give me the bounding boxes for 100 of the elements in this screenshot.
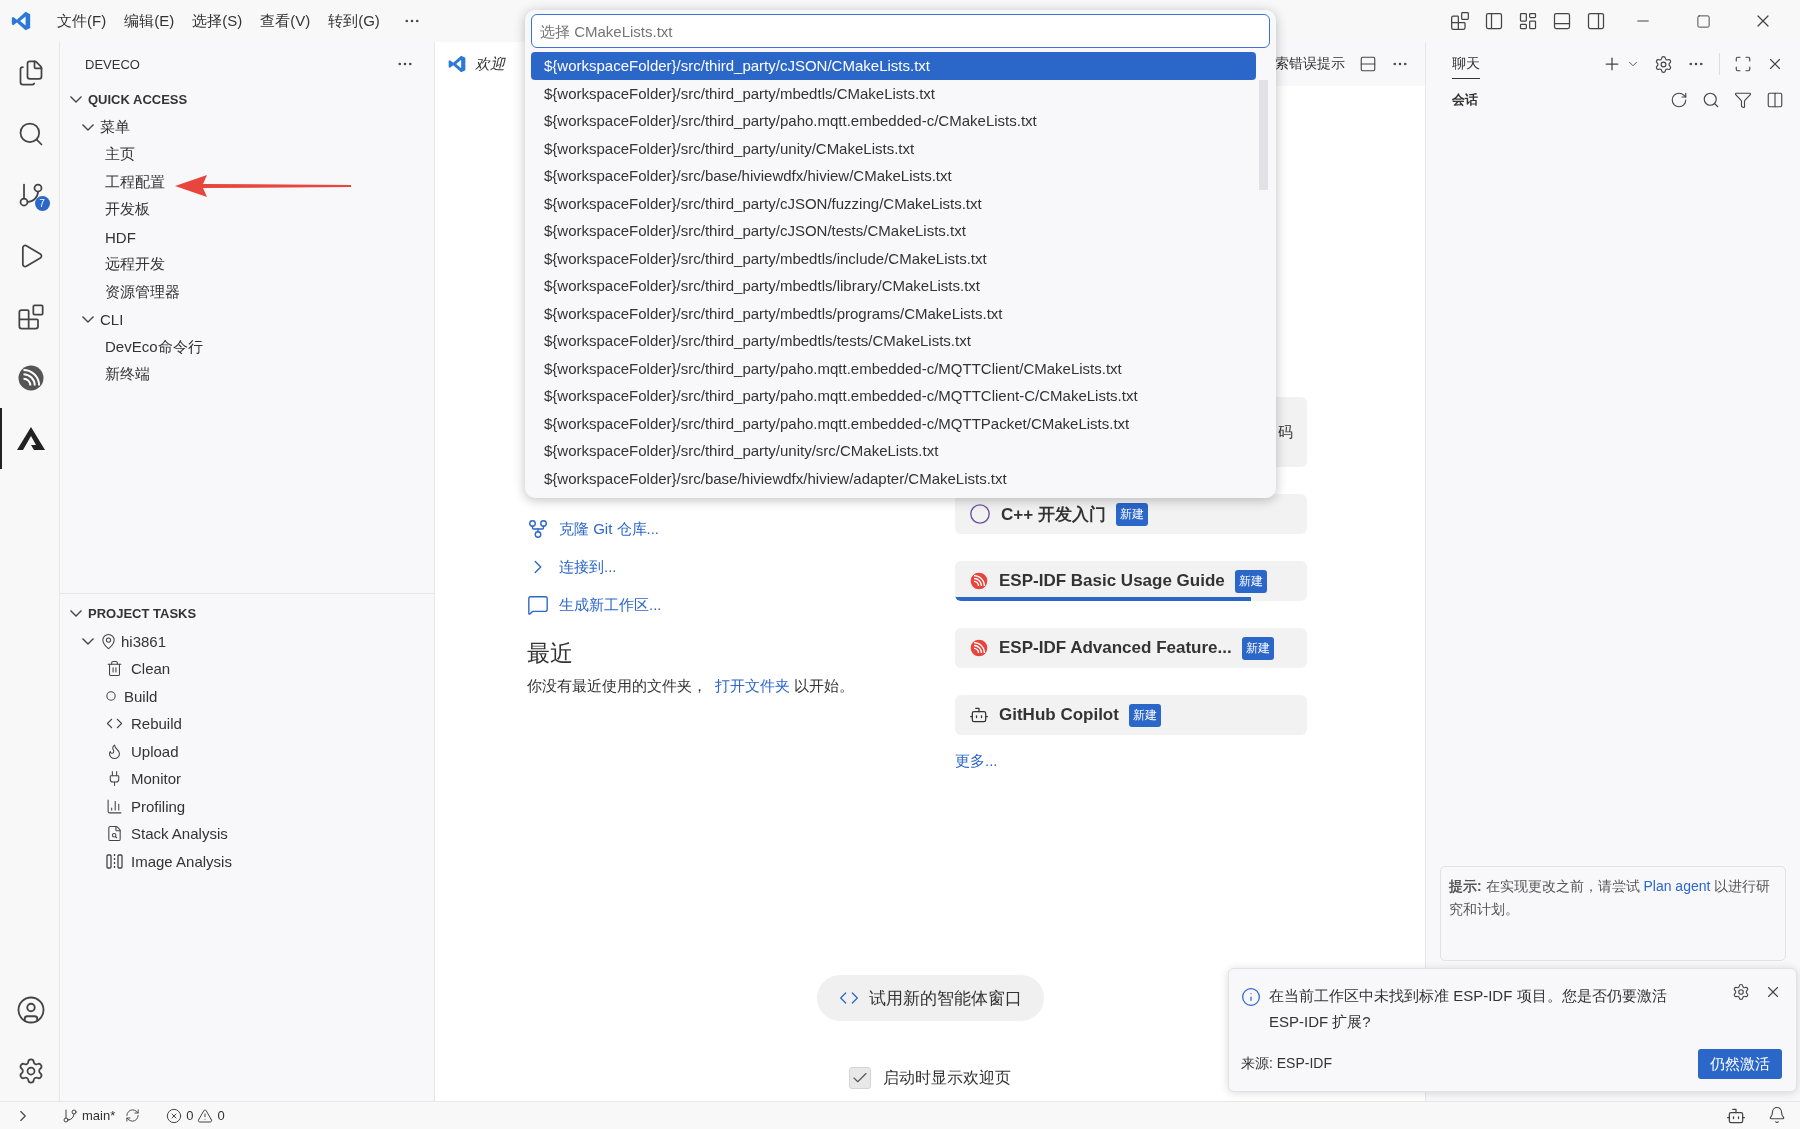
tree-item[interactable]: Clean bbox=[60, 655, 434, 683]
panel-right-icon[interactable] bbox=[1586, 11, 1606, 31]
tree-item[interactable]: 远程开发 bbox=[60, 251, 434, 279]
extensions-icon[interactable] bbox=[16, 302, 45, 331]
tree-item[interactable]: DevEco命令行 bbox=[60, 333, 434, 361]
quick-pick-item[interactable]: ${workspaceFolder}/src/third_party/paho.mqtt.embedded-c/MQTTClient-C/CMakeLists.txt bbox=[531, 382, 1256, 410]
section-header[interactable]: QUICK ACCESS bbox=[60, 86, 434, 114]
tree-item[interactable]: 菜单 bbox=[60, 113, 434, 141]
error-count: 0 bbox=[186, 1108, 194, 1123]
search-icon[interactable] bbox=[1702, 91, 1720, 109]
fork-icon bbox=[527, 518, 549, 540]
sync-icon[interactable] bbox=[125, 1108, 141, 1123]
filter-icon[interactable] bbox=[1734, 91, 1752, 109]
account-icon[interactable] bbox=[15, 994, 46, 1025]
recent-text: 你没有最近使用的文件夹， 打开文件夹 以开始。 bbox=[527, 677, 856, 696]
vscode-logo-icon bbox=[10, 10, 32, 32]
walkthrough-card[interactable]: C++ 开发入门 新建 bbox=[955, 494, 1307, 534]
menu-item[interactable]: 编辑(E) bbox=[115, 7, 184, 35]
quick-pick-item[interactable]: ${workspaceFolder}/src/third_party/paho.mqtt.embedded-c/MQTTClient/CMakeLists.txt bbox=[531, 354, 1256, 382]
file-search-icon bbox=[106, 825, 123, 843]
tree-item[interactable]: HDF bbox=[60, 223, 434, 251]
quick-pick-item[interactable]: ${workspaceFolder}/src/third_party/paho.mqtt.embedded-c/MQTTPacket/CMakeLists.txt bbox=[531, 409, 1256, 437]
settings-icon[interactable] bbox=[1732, 982, 1750, 1001]
quick-pick-item[interactable]: ${workspaceFolder}/src/base/hiviewdfx/hiview/CMakeLists.txt bbox=[531, 162, 1256, 190]
quick-pick-item[interactable]: ${workspaceFolder}/src/third_party/mbedtls/include/CMakeLists.txt bbox=[531, 244, 1256, 272]
quick-pick-item[interactable]: ${workspaceFolder}/src/base/hiviewdfx/hiview/adapter/CMakeLists.txt bbox=[531, 464, 1256, 492]
start-link[interactable]: 连接到... bbox=[559, 557, 617, 577]
tree-item[interactable]: Monitor bbox=[60, 765, 434, 793]
menu-item[interactable]: 转到(G) bbox=[319, 7, 389, 35]
quick-pick-item[interactable]: ${workspaceFolder}/src/third_party/cJSON/tests/CMakeLists.txt bbox=[531, 217, 1256, 245]
section-header[interactable]: PROJECT TASKS bbox=[60, 600, 434, 628]
circle-icon bbox=[106, 691, 116, 702]
refresh-icon[interactable] bbox=[1670, 91, 1688, 109]
espressif-logo-icon bbox=[969, 638, 989, 658]
menu-item[interactable]: 查看(V) bbox=[251, 7, 320, 35]
walkthrough-card[interactable]: ESP-IDF Advanced Feature... 新建 bbox=[955, 628, 1307, 668]
split-icon bbox=[106, 852, 123, 870]
start-link[interactable]: 生成新工作区... bbox=[559, 595, 662, 615]
quick-pick-item[interactable]: ${workspaceFolder}/src/third_party/cJSON/fuzzing/CMakeLists.txt bbox=[531, 189, 1256, 217]
tree-item[interactable]: hi3861 bbox=[60, 627, 434, 655]
quick-pick-item[interactable]: ${workspaceFolder}/src/third_party/unity/src/CMakeLists.txt bbox=[531, 437, 1256, 465]
tree-item[interactable]: Rebuild bbox=[60, 710, 434, 738]
tree-item[interactable]: Upload bbox=[60, 737, 434, 765]
walkthrough-card[interactable]: ESP-IDF Basic Usage Guide 新建 bbox=[955, 561, 1307, 601]
tree-item[interactable]: 工程配置 bbox=[60, 168, 434, 196]
maximize-icon[interactable] bbox=[1695, 13, 1711, 29]
quick-pick-item[interactable]: ${workspaceFolder}/src/third_party/paho.mqtt.embedded-c/CMakeLists.txt bbox=[531, 107, 1256, 135]
plan-agent-link[interactable]: Plan agent bbox=[1643, 878, 1711, 895]
tree-item[interactable]: Build bbox=[60, 682, 434, 710]
maximize-icon[interactable] bbox=[1734, 55, 1752, 73]
quick-pick-item[interactable]: ${workspaceFolder}/src/third_party/cJSON/CMakeLists.txt bbox=[531, 52, 1256, 80]
panel-left-icon[interactable] bbox=[1484, 11, 1504, 31]
tree-item[interactable]: 主页 bbox=[60, 141, 434, 169]
new-badge: 新建 bbox=[1128, 703, 1161, 727]
quick-pick-item[interactable]: ${workspaceFolder}/src/third_party/mbedtls/tests/CMakeLists.txt bbox=[531, 327, 1256, 355]
panel-bottom-icon[interactable] bbox=[1552, 11, 1572, 31]
notification-source: 来源: ESP-IDF bbox=[1241, 1055, 1332, 1073]
tree-item[interactable]: Image Analysis bbox=[60, 847, 434, 875]
tree-item[interactable]: 开发板 bbox=[60, 196, 434, 224]
checkbox[interactable] bbox=[849, 1067, 871, 1089]
new-badge: 新建 bbox=[1115, 502, 1148, 526]
tree-item[interactable]: 资源管理器 bbox=[60, 278, 434, 306]
info-icon bbox=[1241, 986, 1261, 1007]
menu-item[interactable]: 选择(S) bbox=[183, 7, 252, 35]
quick-pick-item[interactable]: ${workspaceFolder}/src/third_party/mbedtls/library/CMakeLists.txt bbox=[531, 272, 1256, 300]
start-link[interactable]: 克隆 Git 仓库... bbox=[559, 519, 659, 539]
walkthrough-card[interactable]: GitHub Copilot 新建 bbox=[955, 695, 1307, 735]
layout-icon[interactable] bbox=[1518, 11, 1538, 31]
error-icon bbox=[166, 1107, 183, 1124]
new-badge: 新建 bbox=[1241, 636, 1274, 660]
quick-pick-item[interactable]: ${workspaceFolder}/src/third_party/unity/CMakeLists.txt bbox=[531, 134, 1256, 162]
tree-item[interactable]: CLI bbox=[60, 306, 434, 334]
espressif-logo-icon bbox=[969, 571, 989, 591]
quick-pick-item[interactable]: ${workspaceFolder}/src/third_party/mbedtls/CMakeLists.txt bbox=[531, 79, 1256, 107]
activity-item[interactable]: 7 bbox=[0, 164, 60, 225]
editor-tab[interactable]: 欢迎 bbox=[435, 42, 527, 86]
bar-chart-icon bbox=[106, 797, 123, 815]
problems-status[interactable]: 0 0 bbox=[166, 1107, 225, 1124]
quick-pick-item[interactable]: ${workspaceFolder}/src/third_party/mbedtls/programs/CMakeLists.txt bbox=[531, 299, 1256, 327]
deveco-logo-icon bbox=[15, 425, 46, 452]
activate-button[interactable]: 仍然激活 bbox=[1698, 1049, 1782, 1079]
settings-icon[interactable] bbox=[1654, 54, 1673, 74]
section-title: 会话 bbox=[1452, 91, 1478, 109]
more-link[interactable]: 更多... bbox=[955, 752, 1307, 771]
count-badge: 7 bbox=[34, 196, 50, 211]
tab-text: 索错误提示 bbox=[1275, 55, 1345, 73]
menu-item[interactable]: 文件(F) bbox=[48, 7, 116, 35]
split-editor-icon[interactable] bbox=[1359, 55, 1377, 73]
tree-item[interactable]: Profiling bbox=[60, 792, 434, 820]
chat-tab[interactable]: 聊天 bbox=[1452, 49, 1480, 79]
agent-window-button[interactable]: 试用新的智能体窗口 bbox=[816, 975, 1044, 1021]
notification-bell-icon[interactable] bbox=[1768, 1105, 1786, 1124]
split-icon[interactable] bbox=[1766, 91, 1784, 109]
notification-message: 在当前工作区中未找到标准 ESP-IDF 项目。您是否仍要激活 ESP-IDF 扩展? bbox=[1269, 985, 1668, 1032]
tree-item[interactable]: Stack Analysis bbox=[60, 820, 434, 848]
branch-status[interactable]: main* bbox=[62, 1107, 116, 1124]
input-field[interactable]: 选择 CMakeLists.txt bbox=[531, 14, 1270, 48]
tree-item[interactable]: 新终端 bbox=[60, 361, 434, 389]
startup-checkbox[interactable]: 启动时显示欢迎页 bbox=[849, 1067, 1011, 1089]
open-folder-link[interactable]: 打开文件夹 bbox=[715, 677, 790, 694]
